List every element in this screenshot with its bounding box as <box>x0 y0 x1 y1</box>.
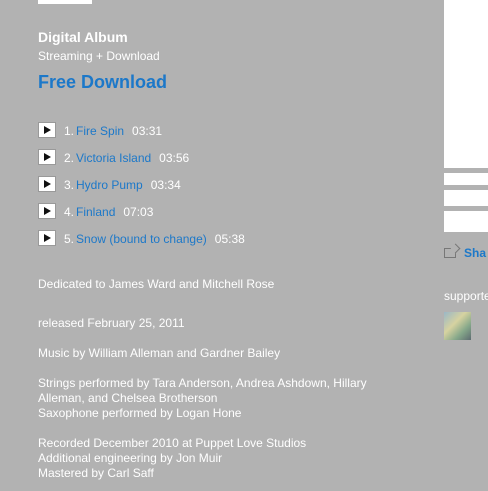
free-download-link[interactable]: Free Download <box>38 72 167 93</box>
track-number: 5. <box>64 232 75 246</box>
play-icon <box>43 234 51 242</box>
share-label: Sha <box>464 246 487 260</box>
recording-credits: Recorded December 2010 at Puppet Love St… <box>38 436 398 481</box>
track-row: 1. Fire Spin 03:31 <box>38 121 245 148</box>
music-credit: Music by William Alleman and Gardner Bai… <box>38 346 281 360</box>
play-button[interactable] <box>38 176 56 192</box>
album-panel: Digital Album Streaming + Download Free … <box>0 0 444 491</box>
sidebar-divider <box>444 206 488 211</box>
play-button[interactable] <box>38 149 56 165</box>
release-date: released February 25, 2011 <box>38 316 185 330</box>
supported-by-label: supporte <box>444 289 488 303</box>
sidebar-divider <box>444 168 488 173</box>
track-duration: 05:38 <box>214 232 245 246</box>
track-title-link[interactable]: Fire Spin <box>76 124 124 138</box>
play-icon <box>43 153 51 161</box>
play-button[interactable] <box>38 203 56 219</box>
performer-credits: Strings performed by Tara Anderson, Andr… <box>38 376 398 421</box>
track-title-link[interactable]: Finland <box>76 205 115 219</box>
track-list: 1. Fire Spin 03:31 2. Victoria Island 03… <box>38 121 245 256</box>
sidebar-lower <box>444 232 488 491</box>
track-number: 2. <box>64 151 75 165</box>
share-icon <box>444 248 456 258</box>
play-button[interactable] <box>38 122 56 138</box>
track-number: 4. <box>64 205 75 219</box>
track-row: 4. Finland 07:03 <box>38 202 245 229</box>
play-icon <box>43 126 51 134</box>
track-row: 5. Snow (bound to change) 05:38 <box>38 229 245 256</box>
recorded-credit: Recorded December 2010 at Puppet Love St… <box>38 436 307 450</box>
track-title-link[interactable]: Hydro Pump <box>76 178 143 192</box>
dedication-text: Dedicated to James Ward and Mitchell Ros… <box>38 277 275 291</box>
mastered-credit: Mastered by Carl Saff <box>38 466 154 480</box>
track-duration: 03:56 <box>159 151 190 165</box>
track-title-link[interactable]: Victoria Island <box>76 151 151 165</box>
share-button[interactable]: Sha <box>444 246 486 260</box>
track-duration: 07:03 <box>123 205 154 219</box>
track-title-link[interactable]: Snow (bound to change) <box>76 232 207 246</box>
top-button-stub[interactable] <box>38 0 92 4</box>
play-button[interactable] <box>38 230 56 246</box>
album-format-title: Digital Album <box>38 29 128 45</box>
play-icon <box>43 180 51 188</box>
strings-credit: Strings performed by Tara Anderson, Andr… <box>38 376 367 405</box>
sidebar-divider <box>444 185 488 190</box>
play-icon <box>43 207 51 215</box>
engineering-credit: Additional engineering by Jon Muir <box>38 451 223 465</box>
track-row: 3. Hydro Pump 03:34 <box>38 175 245 202</box>
supporter-avatar[interactable] <box>444 312 471 340</box>
track-number: 3. <box>64 178 75 192</box>
saxophone-credit: Saxophone performed by Logan Hone <box>38 406 242 420</box>
track-number: 1. <box>64 124 75 138</box>
track-duration: 03:31 <box>132 124 163 138</box>
album-format-subtitle: Streaming + Download <box>38 49 160 63</box>
track-row: 2. Victoria Island 03:56 <box>38 148 245 175</box>
track-duration: 03:34 <box>150 178 181 192</box>
